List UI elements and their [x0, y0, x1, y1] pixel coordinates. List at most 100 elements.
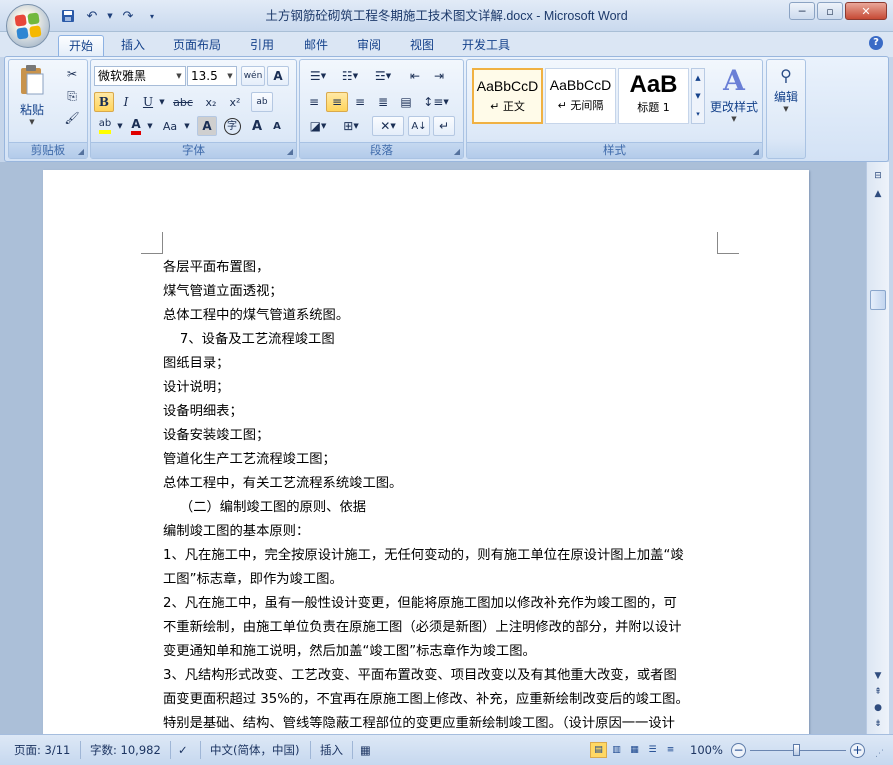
editing-button[interactable]: ⚲ 编辑 ▼ — [769, 64, 803, 156]
format-painter-icon[interactable]: 🖌 — [61, 108, 83, 128]
change-case-button[interactable]: Aa — [157, 116, 183, 136]
gallery-up-icon[interactable]: ▲ — [692, 69, 704, 87]
document-line[interactable]: 管道化生产工艺流程竣工图； — [163, 448, 336, 472]
resize-grip-icon[interactable]: ⋰ — [875, 749, 884, 759]
ruler-toggle-icon[interactable]: ⊟ — [869, 168, 887, 184]
document-line[interactable]: 不重新绘制，由施工单位负责在原施工图（必须是新图）上注明修改的部分，并附以设计 — [163, 616, 682, 640]
align-center-button[interactable]: ≡ — [326, 92, 348, 112]
next-page-icon[interactable]: ⇟ — [869, 716, 887, 732]
redo-icon[interactable]: ↷ — [118, 7, 138, 25]
document-page[interactable]: 各层平面布置图， 煤气管道立面透视； 总体工程中的煤气管道系统图。 7、设备及工艺流… — [43, 170, 809, 734]
shading-button[interactable]: ◪ ▼ — [303, 116, 333, 136]
office-button[interactable] — [6, 4, 50, 48]
minimize-button[interactable]: ─ — [789, 2, 815, 20]
gallery-down-icon[interactable]: ▼ — [692, 87, 704, 105]
cut-icon[interactable]: ✂ — [61, 64, 83, 84]
subscript-button[interactable]: x₂ — [200, 92, 222, 112]
tab-mailings[interactable]: 邮件 — [294, 35, 338, 57]
document-line[interactable]: 面变更面积超过 35%的，不宜再在原施工图上修改、补充，应重新绘制改变后的竣工图… — [163, 688, 689, 712]
document-line[interactable]: 编制竣工图的基本原则： — [163, 520, 309, 544]
language-indicator[interactable]: 中文(简体，中国) — [210, 740, 299, 760]
style-no-spacing[interactable]: AaBbCcD ↵ 无间隔 — [545, 68, 616, 124]
line-spacing-button[interactable]: ↕≡ ▼ — [420, 92, 452, 112]
web-layout-view-icon[interactable]: ▦ — [626, 742, 643, 758]
insert-mode-indicator[interactable]: 插入 — [320, 740, 343, 760]
bullets-button[interactable]: ☰ ▼ — [303, 66, 333, 86]
font-color-button[interactable]: A — [126, 116, 146, 136]
restore-button[interactable]: ▫ — [817, 2, 843, 20]
customize-qat-icon[interactable]: ▾ — [142, 7, 162, 25]
font-name-combo[interactable]: 微软雅黑 ▼ — [94, 66, 186, 86]
numbering-button[interactable]: ☷ ▼ — [335, 66, 365, 86]
tab-home[interactable]: 开始 — [58, 35, 105, 57]
scroll-down-icon[interactable]: ▼ — [869, 668, 887, 684]
align-left-button[interactable]: ≡ — [303, 92, 325, 112]
spelling-check-icon[interactable]: ✓ — [178, 740, 188, 760]
scroll-up-icon[interactable]: ▲ — [869, 186, 887, 202]
help-icon[interactable]: ? — [869, 36, 883, 50]
enclose-characters-button[interactable]: 字 — [221, 116, 243, 136]
document-line[interactable]: 工图”标志章，即作为竣工图。 — [163, 568, 343, 592]
browse-object-icon[interactable]: ● — [869, 700, 887, 716]
change-styles-button[interactable]: A 更改样式 ▼ — [707, 64, 761, 132]
document-line[interactable]: 煤气管道立面透视； — [163, 280, 283, 304]
scroll-thumb[interactable] — [870, 290, 886, 310]
save-icon[interactable] — [58, 7, 78, 25]
close-button[interactable]: ✕ — [845, 2, 887, 20]
clear-formatting-button[interactable]: ab — [251, 92, 273, 112]
paste-button[interactable]: 粘贴 ▼ — [15, 64, 49, 126]
paragraph-launcher-icon[interactable]: ◢ — [454, 147, 460, 156]
clipboard-launcher-icon[interactable]: ◢ — [78, 147, 84, 156]
zoom-out-button[interactable]: − — [731, 743, 746, 758]
zoom-in-button[interactable]: + — [850, 743, 865, 758]
document-line[interactable]: 各层平面布置图， — [163, 256, 269, 280]
italic-button[interactable]: I — [116, 92, 136, 112]
copy-icon[interactable]: ⎘ — [61, 86, 83, 106]
increase-indent-button[interactable]: ⇥ — [428, 66, 450, 86]
show-marks-button[interactable]: ↵ — [433, 116, 455, 136]
justify-button[interactable]: ≣ — [372, 92, 394, 112]
highlight-button[interactable]: ab — [94, 116, 116, 136]
superscript-button[interactable]: x² — [224, 92, 246, 112]
previous-page-icon[interactable]: ⇞ — [869, 684, 887, 700]
word-count[interactable]: 字数: 10,982 — [90, 740, 161, 760]
page-count[interactable]: 页面: 3/11 — [14, 740, 70, 760]
style-normal[interactable]: AaBbCcD ↵ 正文 — [472, 68, 543, 124]
document-line[interactable]: 设备安装竣工图； — [163, 424, 269, 448]
character-shading-button[interactable]: A — [197, 116, 217, 136]
document-line[interactable]: 3、凡结构形式改变、工艺改变、平面布置改变、项目改变以及有其他重大改变，或者图 — [163, 664, 677, 688]
grow-font-button[interactable]: A — [247, 116, 267, 136]
chinese-layout-button[interactable]: ✕ ▼ — [372, 116, 404, 136]
zoom-slider-thumb[interactable] — [793, 744, 800, 756]
full-screen-reading-view-icon[interactable]: ▥ — [608, 742, 625, 758]
undo-dropdown-icon[interactable]: ▼ — [106, 7, 114, 25]
document-line[interactable]: 设备明细表； — [163, 400, 243, 424]
font-color-dropdown-icon[interactable]: ▼ — [146, 116, 154, 136]
style-heading-1[interactable]: AaB 标题 1 — [618, 68, 689, 124]
document-line[interactable]: 2、凡在施工中，虽有一般性设计变更，但能将原施工图加以修改补充作为竣工图的，可 — [163, 592, 677, 616]
styles-launcher-icon[interactable]: ◢ — [753, 147, 759, 156]
gallery-more-icon[interactable]: ▾ — [692, 105, 704, 123]
undo-icon[interactable]: ↶ — [82, 7, 102, 25]
document-line[interactable]: 设计说明； — [163, 376, 229, 400]
multilevel-list-button[interactable]: ☲ ▼ — [368, 66, 398, 86]
tab-insert[interactable]: 插入 — [111, 35, 155, 57]
document-line[interactable]: 图纸目录； — [163, 352, 229, 376]
align-right-button[interactable]: ≡ — [349, 92, 371, 112]
zoom-level[interactable]: 100% — [690, 740, 723, 760]
tab-review[interactable]: 审阅 — [347, 35, 391, 57]
font-launcher-icon[interactable]: ◢ — [287, 147, 293, 156]
tab-developer[interactable]: 开发工具 — [452, 35, 520, 57]
font-size-combo[interactable]: 13.5 ▼ — [187, 66, 237, 86]
document-line[interactable]: 1、凡在施工中，完全按原设计施工，无任何变动的，则有施工单位在原设计图上加盖“竣 — [163, 544, 684, 568]
borders-button[interactable]: ⊞ ▼ — [336, 116, 366, 136]
macro-record-icon[interactable]: ▦ — [360, 740, 371, 760]
underline-button[interactable]: U — [138, 92, 158, 112]
vertical-scrollbar[interactable]: ⊟ ▲ ▼ ⇞ ● ⇟ — [866, 162, 889, 734]
bold-button[interactable]: B — [94, 92, 114, 112]
strikethrough-button[interactable]: abc — [168, 92, 198, 112]
decrease-indent-button[interactable]: ⇤ — [404, 66, 426, 86]
tab-references[interactable]: 引用 — [240, 35, 284, 57]
document-line[interactable]: 变更通知单和施工说明，然后加盖“竣工图”标志章作为竣工图。 — [163, 640, 536, 664]
change-case-dropdown-icon[interactable]: ▼ — [183, 116, 191, 136]
